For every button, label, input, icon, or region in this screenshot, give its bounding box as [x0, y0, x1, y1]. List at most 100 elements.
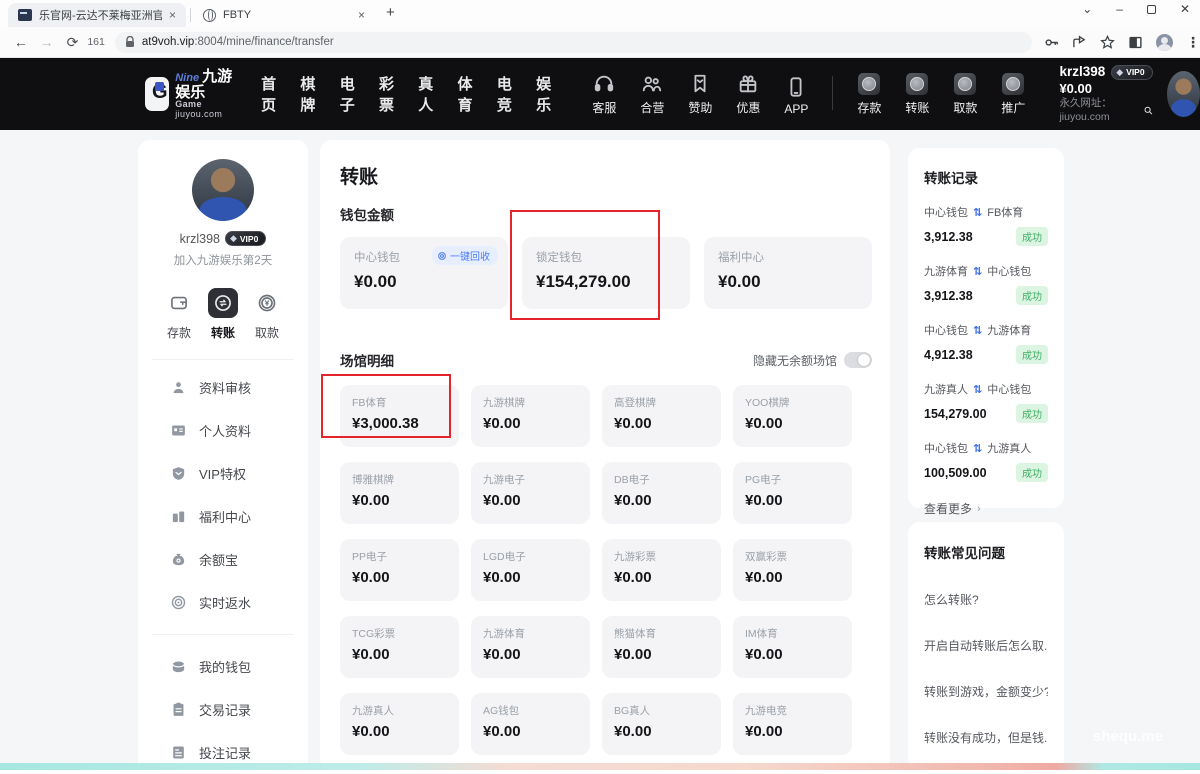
minimize-button[interactable]: –: [1116, 2, 1123, 16]
venue-card-PG电子[interactable]: PG电子¥0.00: [733, 462, 852, 524]
transfer-record-row[interactable]: 中心钱包⇅九游体育4,912.38成功: [924, 322, 1048, 364]
sidebar-action-转账[interactable]: 转账: [208, 288, 238, 341]
sidebar-avatar[interactable]: [192, 159, 254, 221]
venue-card-TCG彩票[interactable]: TCG彩票¥0.00: [340, 616, 459, 678]
nav-item-电子[interactable]: 电子: [340, 73, 356, 115]
sidebar-item-label: 个人资料: [199, 421, 251, 440]
status-badge: 成功: [1016, 463, 1048, 482]
share-icon[interactable]: [1072, 35, 1087, 50]
venue-card-九游体育[interactable]: 九游体育¥0.00: [471, 616, 590, 678]
search-icon[interactable]: [1144, 105, 1153, 116]
address-bar[interactable]: at9voh.vip:8004/mine/finance/transfer: [115, 32, 1032, 53]
venue-label: AG钱包: [483, 703, 578, 718]
transfer-record-row[interactable]: 中心钱包⇅九游真人100,509.00成功: [924, 440, 1048, 482]
venue-card-IM体育[interactable]: IM体育¥0.00: [733, 616, 852, 678]
venue-card-九游电竞[interactable]: 九游电竞¥0.00: [733, 693, 852, 755]
tab-fbty[interactable]: FBTY ×: [193, 3, 375, 27]
back-button[interactable]: ←: [8, 34, 34, 50]
venue-card-九游电子[interactable]: 九游电子¥0.00: [471, 462, 590, 524]
bookmark-star-icon[interactable]: [1100, 35, 1115, 50]
venue-card-双赢彩票[interactable]: 双赢彩票¥0.00: [733, 539, 852, 601]
diamond-icon: ◆: [1116, 67, 1123, 78]
venue-label: 九游棋牌: [483, 395, 578, 410]
sidebar-username: krzl398: [180, 232, 220, 246]
venue-label: 高登棋牌: [614, 395, 709, 410]
browser-menu-icon[interactable]: ⋮: [1186, 34, 1200, 51]
venue-card-熊猫体育[interactable]: 熊猫体育¥0.00: [602, 616, 721, 678]
sidebar-item-我的钱包[interactable]: 我的钱包: [138, 645, 308, 688]
quick-赞助[interactable]: 赞助: [684, 73, 716, 116]
venue-card-PP电子[interactable]: PP电子¥0.00: [340, 539, 459, 601]
quick-合营[interactable]: 合营: [636, 73, 668, 116]
tab-active[interactable]: 乐官网-云达不莱梅亚洲官方合作 ×: [8, 3, 186, 27]
site-logo[interactable]: Nine九游娱乐 Game jiuyou.com: [145, 69, 237, 119]
nav-item-棋牌[interactable]: 棋牌: [300, 73, 316, 115]
quick-APP[interactable]: APP: [780, 76, 812, 116]
sidebar-action-存款[interactable]: 存款: [164, 288, 194, 341]
nav-item-真人[interactable]: 真人: [418, 73, 434, 115]
venue-card-BG真人[interactable]: BG真人¥0.00: [602, 693, 721, 755]
quick-存款[interactable]: 存款: [853, 73, 885, 116]
sidebar-item-VIP特权[interactable]: VIP特权: [138, 452, 308, 495]
faq-item[interactable]: 转账没有成功，但是钱...: [924, 729, 1048, 746]
hide-empty-toggle-label: 隐藏无余额场馆: [753, 352, 837, 369]
quick-取款[interactable]: 取款: [949, 73, 981, 116]
tab-close-icon[interactable]: ×: [169, 8, 176, 22]
quick-客服[interactable]: 客服: [588, 73, 620, 116]
record-route: 中心钱包⇅九游体育: [924, 322, 1048, 338]
reload-button[interactable]: ⟳: [60, 34, 86, 51]
sidebar-item-交易记录[interactable]: 交易记录: [138, 688, 308, 731]
tab-close-icon[interactable]: ×: [358, 8, 365, 22]
nav-item-娱乐[interactable]: 娱乐: [536, 73, 552, 115]
sidebar-action-取款[interactable]: 取款: [252, 288, 282, 341]
nav-item-电竞[interactable]: 电竞: [497, 73, 513, 115]
venue-card-DB电子[interactable]: DB电子¥0.00: [602, 462, 721, 524]
venue-card-AG钱包[interactable]: AG钱包¥0.00: [471, 693, 590, 755]
quick-优惠[interactable]: 优惠: [732, 73, 764, 116]
venue-card-九游真人[interactable]: 九游真人¥0.00: [340, 693, 459, 755]
side-panel-icon[interactable]: [1128, 35, 1143, 50]
user-avatar[interactable]: [1167, 71, 1200, 117]
browser-profile-avatar[interactable]: [1156, 34, 1173, 51]
nav-item-体育[interactable]: 体育: [458, 73, 474, 115]
transfer-record-row[interactable]: 九游真人⇅中心钱包154,279.00成功: [924, 381, 1048, 423]
view-more-link[interactable]: 查看更多›: [924, 500, 1048, 517]
nav-item-首页[interactable]: 首页: [261, 73, 277, 115]
transfer-record-row[interactable]: 九游体育⇅中心钱包3,912.38成功: [924, 263, 1048, 305]
sidebar-item-余额宝[interactable]: 余额宝: [138, 538, 308, 581]
wallet-card-锁定钱包[interactable]: 锁定钱包¥154,279.00: [522, 237, 690, 309]
hide-empty-toggle[interactable]: [844, 352, 872, 368]
sidebar-item-福利中心[interactable]: 福利中心: [138, 495, 308, 538]
forward-button[interactable]: →: [34, 34, 60, 50]
venue-card-博雅棋牌[interactable]: 博雅棋牌¥0.00: [340, 462, 459, 524]
sidebar-item-资料审核[interactable]: 资料审核: [138, 366, 308, 409]
venue-card-FB体育[interactable]: FB体育¥3,000.38: [340, 385, 459, 447]
new-tab-button[interactable]: +: [386, 4, 395, 21]
faq-item[interactable]: 开启自动转账后怎么取...: [924, 637, 1048, 654]
faq-item[interactable]: 转账到游戏，金额变少?: [924, 683, 1048, 700]
restore-button[interactable]: [1147, 5, 1156, 14]
sidebar-item-实时返水[interactable]: 实时返水: [138, 581, 308, 624]
close-window-button[interactable]: ✕: [1180, 2, 1190, 16]
quick-转账[interactable]: 转账: [901, 73, 933, 116]
quick-推广[interactable]: 推广: [997, 73, 1029, 116]
venue-card-九游棋牌[interactable]: 九游棋牌 ¥0.00: [471, 385, 590, 447]
key-icon[interactable]: [1044, 35, 1059, 50]
quick-label: 优惠: [736, 99, 760, 116]
venue-card-高登棋牌[interactable]: 高登棋牌¥0.00: [602, 385, 721, 447]
tab-search-chevron-icon[interactable]: ⌄: [1082, 2, 1092, 16]
sidebar-item-个人资料[interactable]: 个人资料: [138, 409, 308, 452]
wallet-card-中心钱包[interactable]: 中心钱包一键回收¥0.00: [340, 237, 508, 309]
url-host: at9voh.vip: [142, 36, 194, 48]
transfer-record-row[interactable]: 中心钱包⇅FB体育3,912.38成功: [924, 204, 1048, 246]
venue-card-YOO棋牌[interactable]: YOO棋牌¥0.00: [733, 385, 852, 447]
person-check-icon: [170, 379, 187, 396]
faq-item[interactable]: 怎么转账?: [924, 591, 1048, 608]
venue-amount: ¥0.00: [483, 415, 578, 432]
venue-label: LGD电子: [483, 549, 578, 564]
venue-card-LGD电子[interactable]: LGD电子¥0.00: [471, 539, 590, 601]
one-key-recycle-button[interactable]: 一键回收: [432, 246, 498, 265]
venue-card-九游彩票[interactable]: 九游彩票¥0.00: [602, 539, 721, 601]
nav-item-彩票[interactable]: 彩票: [379, 73, 395, 115]
wallet-card-福利中心[interactable]: 福利中心¥0.00: [704, 237, 872, 309]
